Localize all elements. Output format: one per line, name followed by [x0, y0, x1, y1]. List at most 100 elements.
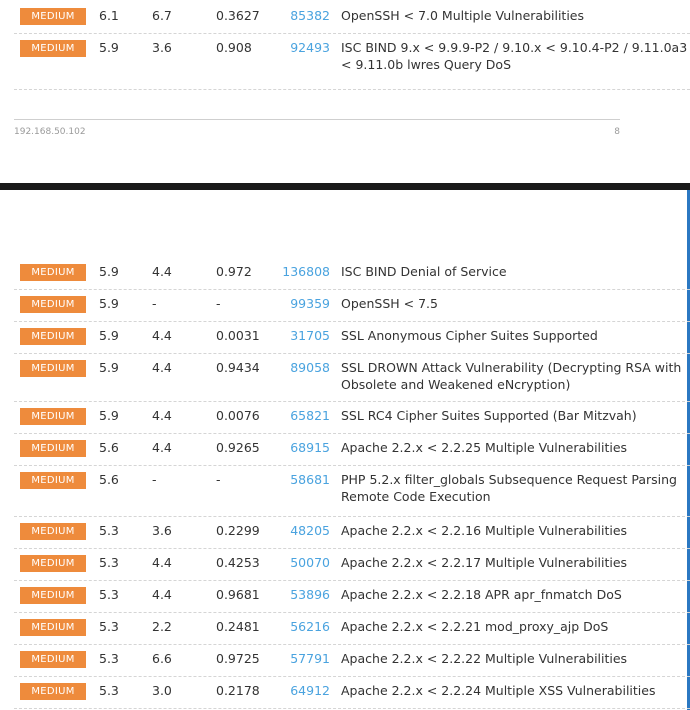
cvss-score: 5.6	[99, 472, 119, 487]
vpr-score: 3.0	[152, 683, 172, 698]
vpr-score: 4.4	[152, 408, 172, 423]
cvss-score: 5.9	[99, 40, 119, 55]
severity-badge: MEDIUM	[20, 264, 86, 281]
footer-host: 192.168.50.102	[14, 127, 86, 137]
plugin-id-link[interactable]: 64912	[280, 682, 330, 699]
vpr-score: -	[152, 472, 157, 487]
cvss-score: 5.9	[99, 328, 119, 343]
plugin-id-link[interactable]: 56216	[280, 618, 330, 635]
severity-badge: MEDIUM	[20, 40, 86, 57]
table-row: MEDIUM 5.9 4.4 0.0031 31705 SSL Anonymous Cip…	[14, 323, 690, 354]
severity-badge: MEDIUM	[20, 523, 86, 540]
epss-score: 0.2299	[216, 523, 260, 538]
vulnerability-name: Apache 2.2.x < 2.2.24 Multiple XSS Vulne…	[341, 683, 656, 698]
plugin-id-link[interactable]: 85382	[280, 7, 330, 24]
cvss-score: 5.9	[99, 408, 119, 423]
report-page-top: MEDIUM 6.1 6.7 0.3627 85382 OpenSSH < 7.0 Mul…	[0, 0, 690, 183]
epss-score: -	[216, 472, 221, 487]
vpr-score: 4.4	[152, 264, 172, 279]
page-footer: 192.168.50.102 8	[14, 119, 620, 140]
vulnerability-name: ISC BIND 9.x < 9.9.9-P2 / 9.10.x < 9.10.…	[341, 40, 688, 72]
vpr-score: 3.6	[152, 523, 172, 538]
footer-page-number: 8	[614, 127, 620, 137]
severity-badge: MEDIUM	[20, 472, 86, 489]
epss-score: 0.0076	[216, 408, 260, 423]
cvss-score: 5.3	[99, 683, 119, 698]
cvss-score: 5.9	[99, 360, 119, 375]
vulnerability-name: SSL Anonymous Cipher Suites Supported	[341, 328, 598, 343]
table-row: MEDIUM 5.3 4.4 0.4253 50070 Apache 2.2.x < 2.…	[14, 550, 690, 581]
table-row: MEDIUM 5.9 4.4 0.9434 89058 SSL DROWN Attack …	[14, 355, 690, 402]
cvss-score: 6.1	[99, 8, 119, 23]
plugin-id-link[interactable]: 57791	[280, 650, 330, 667]
severity-badge: MEDIUM	[20, 296, 86, 313]
epss-score: 0.2178	[216, 683, 260, 698]
severity-badge: MEDIUM	[20, 408, 86, 425]
vulnerability-name: SSL RC4 Cipher Suites Supported (Bar Mit…	[341, 408, 637, 423]
severity-badge: MEDIUM	[20, 440, 86, 457]
cvss-score: 5.3	[99, 651, 119, 666]
cvss-score: 5.6	[99, 440, 119, 455]
vpr-score: -	[152, 296, 157, 311]
vulnerability-name: Apache 2.2.x < 2.2.22 Multiple Vulnerabi…	[341, 651, 628, 666]
plugin-id-link[interactable]: 136808	[280, 263, 330, 280]
cvss-score: 5.9	[99, 296, 119, 311]
cvss-score: 5.3	[99, 523, 119, 538]
vulnerability-name: OpenSSH < 7.5	[341, 296, 438, 311]
cvss-score: 5.3	[99, 555, 119, 570]
vulnerability-name: PHP 5.2.x filter_globals Subsequence Req…	[341, 472, 677, 504]
plugin-id-link[interactable]: 50070	[280, 554, 330, 571]
epss-score: 0.2481	[216, 619, 260, 634]
vulnerability-name: Apache 2.2.x < 2.2.16 Multiple Vulnerabi…	[341, 523, 628, 538]
epss-score: 0.908	[216, 40, 252, 55]
plugin-id-link[interactable]: 53896	[280, 586, 330, 603]
epss-score: 0.972	[216, 264, 252, 279]
plugin-id-link[interactable]: 58681	[280, 471, 330, 488]
vulnerability-name: SSL DROWN Attack Vulnerability (Decrypti…	[341, 360, 682, 392]
report-page-bottom: MEDIUM 5.9 4.4 0.972 136808 ISC BIND Denial o…	[0, 190, 690, 710]
plugin-id-link[interactable]: 31705	[280, 327, 330, 344]
plugin-id-link[interactable]: 48205	[280, 522, 330, 539]
table-row: MEDIUM 5.9 4.4 0.972 136808 ISC BIND Denial o…	[14, 259, 690, 290]
severity-badge: MEDIUM	[20, 555, 86, 572]
table-row: MEDIUM 5.3 4.4 0.9681 53896 Apache 2.2.x < 2.…	[14, 582, 690, 613]
severity-badge: MEDIUM	[20, 587, 86, 604]
severity-badge: MEDIUM	[20, 360, 86, 377]
epss-score: 0.9434	[216, 360, 260, 375]
table-row: MEDIUM 5.3 3.6 0.2299 48205 Apache 2.2.x < 2.…	[14, 518, 690, 549]
cvss-score: 5.9	[99, 264, 119, 279]
vpr-score: 4.4	[152, 360, 172, 375]
vulnerability-name: ISC BIND Denial of Service	[341, 264, 507, 279]
table-row: MEDIUM 5.3 2.2 0.2481 56216 Apache 2.2.x < 2.…	[14, 614, 690, 645]
vpr-score: 4.4	[152, 328, 172, 343]
vpr-score: 6.7	[152, 8, 172, 23]
plugin-id-link[interactable]: 92493	[280, 39, 330, 56]
epss-score: 0.9265	[216, 440, 260, 455]
vpr-score: 2.2	[152, 619, 172, 634]
severity-badge: MEDIUM	[20, 328, 86, 345]
vpr-score: 3.6	[152, 40, 172, 55]
severity-badge: MEDIUM	[20, 651, 86, 668]
plugin-id-link[interactable]: 65821	[280, 407, 330, 424]
vulnerability-name: Apache 2.2.x < 2.2.18 APR apr_fnmatch Do…	[341, 587, 622, 602]
severity-badge: MEDIUM	[20, 683, 86, 700]
table-row: MEDIUM 5.9 - - 99359 OpenSSH < 7.5	[14, 291, 690, 322]
table-row: MEDIUM 6.1 6.7 0.3627 85382 OpenSSH < 7.0 Mul…	[14, 3, 690, 34]
vulnerability-name: Apache 2.2.x < 2.2.25 Multiple Vulnerabi…	[341, 440, 628, 455]
epss-score: 0.9725	[216, 651, 260, 666]
plugin-id-link[interactable]: 68915	[280, 439, 330, 456]
epss-score: 0.9681	[216, 587, 260, 602]
vpr-score: 4.4	[152, 440, 172, 455]
vulnerability-name: Apache 2.2.x < 2.2.21 mod_proxy_ajp DoS	[341, 619, 609, 634]
plugin-id-link[interactable]: 99359	[280, 295, 330, 312]
severity-badge: MEDIUM	[20, 619, 86, 636]
table-row: MEDIUM 5.9 4.4 0.0076 65821 SSL RC4 Cipher Su…	[14, 403, 690, 434]
table-row: MEDIUM 5.3 6.6 0.9725 57791 Apache 2.2.x < 2.…	[14, 646, 690, 677]
epss-score: 0.3627	[216, 8, 260, 23]
vpr-score: 4.4	[152, 587, 172, 602]
table-row: MEDIUM 5.9 3.6 0.908 92493 ISC BIND 9.x < 9.9…	[14, 35, 690, 90]
vpr-score: 6.6	[152, 651, 172, 666]
plugin-id-link[interactable]: 89058	[280, 359, 330, 376]
vulnerability-name: OpenSSH < 7.0 Multiple Vulnerabilities	[341, 8, 584, 23]
cvss-score: 5.3	[99, 587, 119, 602]
